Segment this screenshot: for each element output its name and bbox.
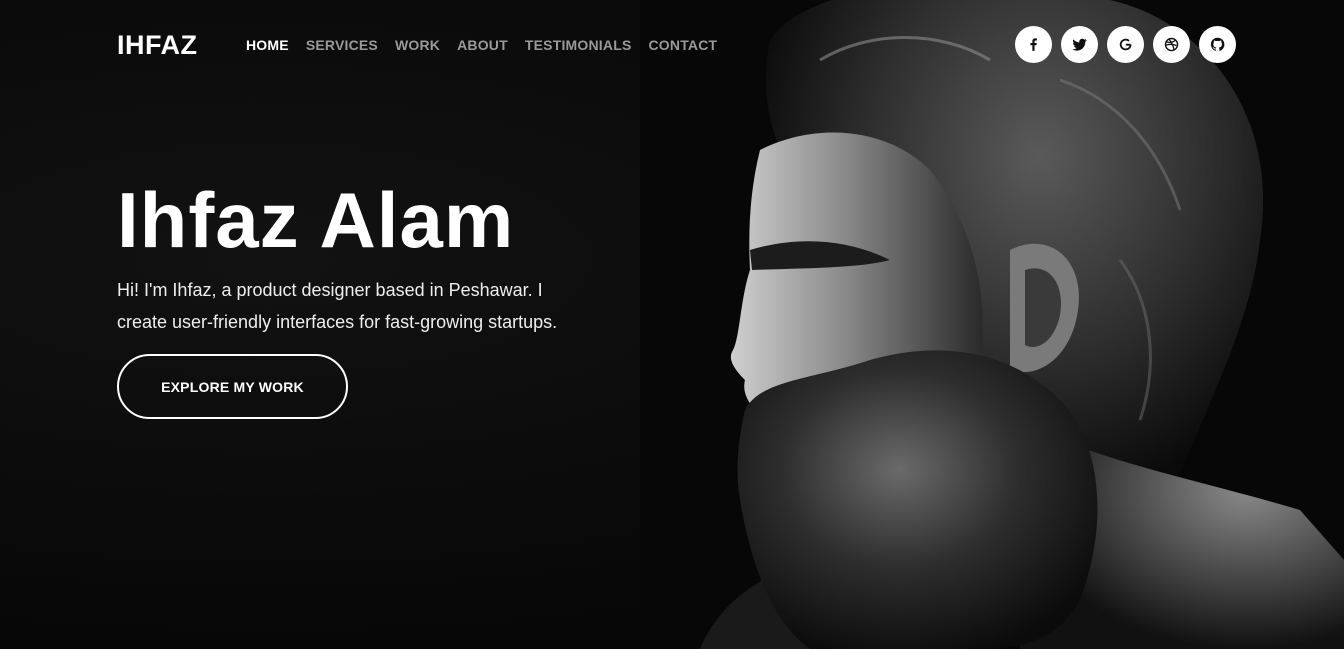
nav-work[interactable]: WORK (395, 37, 440, 53)
nav-about[interactable]: ABOUT (457, 37, 508, 53)
github-link[interactable] (1199, 26, 1236, 63)
github-icon (1210, 37, 1225, 51)
main-nav: HOME SERVICES WORK ABOUT TESTIMONIALS CO… (246, 37, 717, 53)
facebook-link[interactable] (1015, 26, 1052, 63)
nav-contact[interactable]: CONTACT (649, 37, 718, 53)
nav-testimonials[interactable]: TESTIMONIALS (525, 37, 632, 53)
portrait-image (640, 0, 1344, 649)
google-link[interactable] (1107, 26, 1144, 63)
dribbble-link[interactable] (1153, 26, 1190, 63)
hero-name: Ihfaz Alam (117, 176, 515, 264)
facebook-icon (1030, 38, 1037, 51)
twitter-link[interactable] (1061, 26, 1098, 63)
google-icon (1119, 38, 1132, 51)
hero-intro: Hi! I'm Ihfaz, a product designer based … (117, 280, 558, 332)
hero-section: IHFAZ HOME SERVICES WORK ABOUT TESTIMONI… (0, 0, 1344, 649)
explore-work-button[interactable]: EXPLORE MY WORK (117, 354, 348, 419)
twitter-icon (1072, 38, 1087, 51)
social-links (1015, 26, 1236, 63)
dribbble-icon (1164, 37, 1179, 52)
nav-services[interactable]: SERVICES (306, 37, 378, 53)
nav-home[interactable]: HOME (246, 37, 289, 53)
site-logo[interactable]: IHFAZ (117, 30, 198, 61)
